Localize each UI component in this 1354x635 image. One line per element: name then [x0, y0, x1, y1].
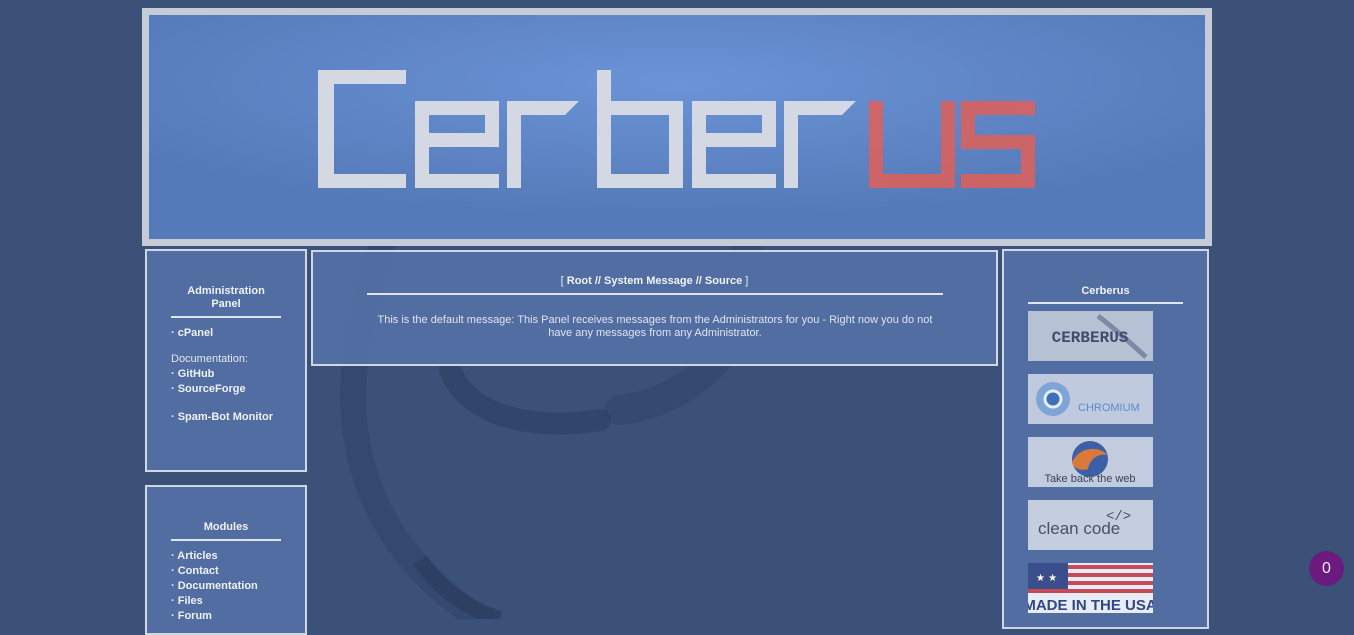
made-in-usa-text: MADE IN THE USA: [1028, 597, 1153, 613]
spam-bot-monitor-link[interactable]: · Spam-Bot Monitor: [171, 410, 301, 425]
site-banner[interactable]: [142, 8, 1212, 246]
system-message-body: This is the default message: This Panel …: [377, 314, 933, 339]
administration-panel: Administration Panel · cPanel Documentat…: [145, 249, 307, 472]
notification-badge[interactable]: 0: [1309, 551, 1344, 586]
admin-panel-title: Administration Panel: [187, 285, 265, 310]
cerberus-side-panel: Cerberus CERBERUS CHROMIUM Take back the…: [1002, 249, 1209, 629]
sourceforge-link[interactable]: · SourceForge: [171, 382, 301, 397]
side-panel-title: Cerberus: [1081, 285, 1130, 297]
module-documentation-link[interactable]: · Documentation: [171, 579, 301, 594]
bracket-close: ]: [745, 275, 749, 287]
bracket-open: [: [560, 275, 564, 287]
cerberus-badge-image: CERBERUS: [1028, 311, 1153, 361]
module-articles-link[interactable]: · Articles: [171, 549, 301, 564]
system-message-title: Root // System Message // Source: [566, 275, 743, 287]
svg-text:</>: </>: [1106, 509, 1131, 525]
chromium-badge[interactable]: CHROMIUM: [1028, 374, 1153, 424]
cerberus-logo: [149, 15, 1205, 239]
modules-panel: Modules · Articles · Contact · Documenta…: [145, 485, 307, 635]
chromium-badge-image: CHROMIUM: [1028, 374, 1153, 424]
chromium-badge-text: CHROMIUM: [1078, 402, 1140, 414]
made-in-usa-badge[interactable]: ★ ★ MADE IN THE USA: [1028, 563, 1153, 613]
clean-code-badge[interactable]: clean code </>: [1028, 500, 1153, 550]
divider: [171, 316, 281, 318]
made-in-usa-badge-image: ★ ★ MADE IN THE USA: [1028, 563, 1153, 613]
firefox-badge-text: Take back the web: [1044, 473, 1135, 485]
documentation-label: Documentation:: [171, 353, 249, 365]
divider: [1028, 302, 1183, 304]
firefox-badge-image: Take back the web: [1028, 437, 1153, 487]
firefox-badge[interactable]: Take back the web: [1028, 437, 1153, 487]
modules-title: Modules: [203, 521, 249, 533]
divider: [171, 539, 281, 541]
cerberus-badge[interactable]: CERBERUS: [1028, 311, 1153, 361]
svg-text:★ ★: ★ ★: [1036, 573, 1057, 584]
cerberus-badge-text: CERBERUS: [1052, 329, 1129, 347]
clean-code-badge-image: clean code </>: [1028, 500, 1153, 550]
divider: [367, 293, 943, 295]
module-contact-link[interactable]: · Contact: [171, 564, 301, 579]
system-message-heading: [ Root // System Message // Source ]: [313, 275, 996, 287]
system-message-panel: [ Root // System Message // Source ] Thi…: [311, 250, 998, 366]
module-forum-link[interactable]: · Forum: [171, 609, 301, 624]
module-files-link[interactable]: · Files: [171, 594, 301, 609]
cpanel-link[interactable]: · cPanel: [171, 326, 301, 341]
github-link[interactable]: · GitHub: [171, 367, 301, 382]
